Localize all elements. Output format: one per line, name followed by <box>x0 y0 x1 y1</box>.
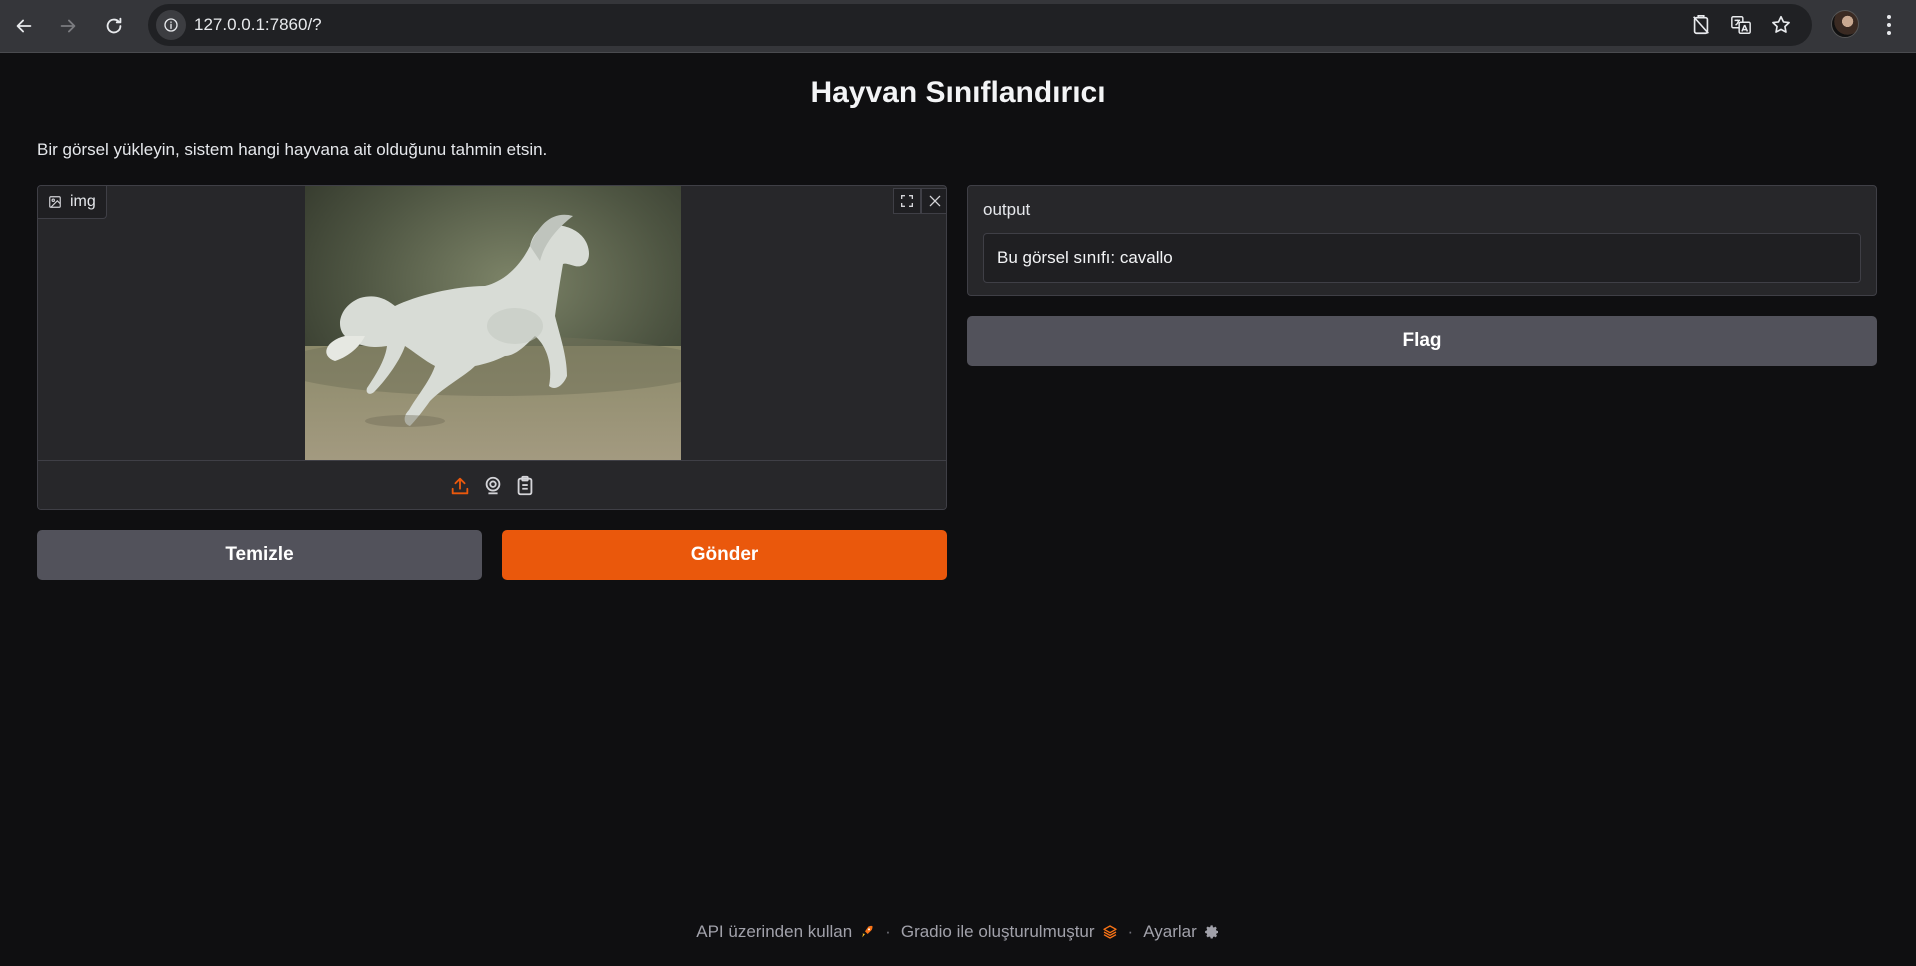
info-icon <box>164 18 178 32</box>
image-input-panel[interactable]: img <box>37 185 947 510</box>
image-icon <box>49 196 61 208</box>
gradio-logo-icon <box>1102 925 1117 939</box>
forward-button[interactable] <box>52 10 84 42</box>
translate-icon <box>1731 16 1751 34</box>
fullscreen-button[interactable] <box>893 188 921 214</box>
url-text: 127.0.0.1:7860/? <box>194 15 322 34</box>
rocket-icon <box>862 925 873 938</box>
translate-button[interactable] <box>1728 12 1754 38</box>
arrow-right-icon <box>60 19 76 33</box>
star-icon <box>1772 15 1790 33</box>
close-icon <box>929 195 941 207</box>
dot-icon <box>1887 31 1891 35</box>
settings-link[interactable]: Ayarlar <box>1143 922 1220 942</box>
fullscreen-icon <box>901 195 913 207</box>
gear-icon <box>1204 925 1218 939</box>
webcam-source-button[interactable] <box>481 474 505 498</box>
api-link[interactable]: API üzerinden kullan <box>696 922 875 942</box>
webcam-icon <box>485 476 501 495</box>
dot-icon <box>1887 23 1891 27</box>
upload-icon <box>451 477 469 495</box>
settings-link-text: Ayarlar <box>1143 922 1197 941</box>
output-value: Bu görsel sınıfı: cavallo <box>997 248 1173 267</box>
no-tracking-button[interactable] <box>1688 12 1714 38</box>
page-title: Hayvan Sınıflandırıcı <box>810 76 1106 109</box>
reload-icon <box>106 17 122 34</box>
output-label: output <box>983 200 1031 219</box>
image-input-label: img <box>38 186 107 219</box>
dot-icon <box>1887 15 1891 19</box>
clipboard-source-button[interactable] <box>513 474 537 498</box>
reload-button[interactable] <box>98 10 130 42</box>
arrow-left-icon <box>16 19 32 33</box>
footer-separator: · <box>885 922 891 941</box>
back-button[interactable] <box>8 10 40 42</box>
output-panel: output Bu görsel sınıfı: cavallo <box>967 185 1877 296</box>
page-description: Bir görsel yükleyin, sistem hangi hayvan… <box>37 140 548 159</box>
profile-avatar[interactable] <box>1831 10 1859 38</box>
submit-button[interactable]: Gönder <box>502 530 947 580</box>
gradio-link-text: Gradio ile oluşturulmuştur <box>900 922 1095 941</box>
horse-image <box>305 186 681 460</box>
site-info-button[interactable] <box>156 10 186 40</box>
footer-separator: · <box>1127 922 1134 941</box>
clipboard-icon <box>517 475 533 496</box>
browser-menu-button[interactable] <box>1876 10 1902 40</box>
gradio-link[interactable]: Gradio ile oluşturulmuştur <box>901 922 1118 942</box>
clear-image-button[interactable] <box>921 188 946 214</box>
uploaded-image <box>305 186 681 460</box>
flag-button[interactable]: Flag <box>967 316 1877 366</box>
bookmark-button[interactable] <box>1768 12 1794 38</box>
page-footer: API üzerinden kullan · Gradio ile oluştu… <box>0 922 1916 942</box>
address-bar[interactable]: 127.0.0.1:7860/? <box>148 4 1812 46</box>
image-input-label-text: img <box>70 193 96 210</box>
image-source-toolbar <box>38 460 946 509</box>
upload-source-button[interactable] <box>448 474 472 498</box>
output-textbox[interactable]: Bu görsel sınıfı: cavallo <box>983 233 1861 283</box>
api-link-text: API üzerinden kullan <box>696 922 853 941</box>
clear-button[interactable]: Temizle <box>37 530 482 580</box>
browser-toolbar: 127.0.0.1:7860/? <box>0 0 1916 53</box>
eye-off-icon <box>1693 15 1709 35</box>
